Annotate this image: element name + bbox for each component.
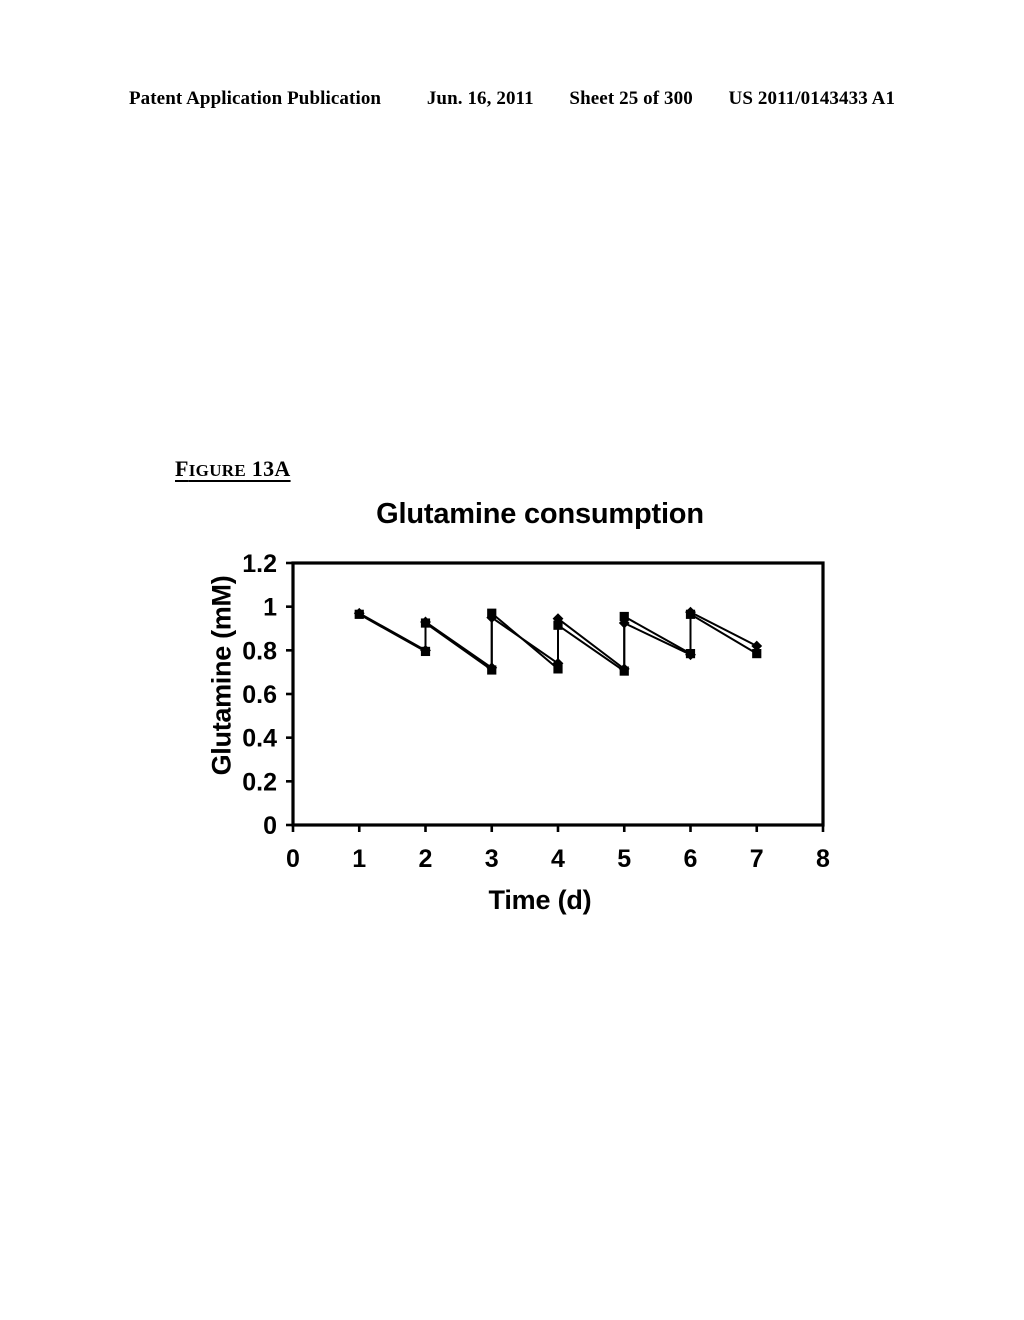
- data-point-square-marker: [685, 649, 696, 659]
- y-tick-label: 0.4: [242, 725, 277, 753]
- x-tick-label: 0: [286, 845, 300, 873]
- figure-label-first-letter: F: [175, 456, 189, 481]
- data-series-group: [353, 606, 763, 676]
- y-tick-label: 1.2: [242, 550, 277, 578]
- data-point-square-marker: [685, 609, 696, 619]
- y-tick-label-group: 0 0.2 0.4 0.6 0.8 1 1.2: [242, 550, 277, 840]
- data-point-square-marker: [420, 618, 431, 628]
- x-tick-label-group: 0 1 2 3 4 5 6 7 8: [286, 845, 830, 873]
- x-tick-label: 4: [551, 845, 565, 873]
- data-point-square-marker: [619, 666, 629, 676]
- data-point-square-marker: [487, 608, 497, 618]
- data-point-square-marker: [420, 646, 431, 657]
- header-sheet-text: Sheet 25 of 300: [569, 88, 693, 109]
- y-tick-label: 0.6: [242, 681, 277, 709]
- header-patent-number-text: US 2011/0143433 A1: [728, 88, 896, 109]
- data-point-square-marker: [487, 665, 497, 675]
- data-point-square-marker: [553, 664, 563, 674]
- x-tick-label: 7: [750, 845, 764, 873]
- plot-frame: [291, 561, 825, 827]
- x-tick-label: 2: [419, 845, 433, 873]
- data-point-square-marker: [752, 649, 762, 659]
- header-publication-text: Patent Application Publication: [128, 88, 382, 109]
- data-point-square-marker: [354, 609, 364, 619]
- data-point-square-marker: [553, 620, 563, 630]
- y-tick-label: 0: [263, 812, 277, 840]
- plot-area: 0 0.2 0.4 0.6 0.8 1 1.2 0 1 2 3 4 5 6 7 8: [242, 550, 830, 873]
- y-tick-label: 0.2: [242, 768, 277, 796]
- figure-label-word: IGURE: [188, 461, 246, 480]
- y-tick-label: 0.8: [242, 637, 277, 665]
- tick-mark-group: [286, 561, 825, 832]
- chart-container: Glutamine consumption Glutamine (mM) Tim…: [170, 490, 870, 940]
- x-tick-label: 1: [352, 845, 366, 873]
- figure-label: FIGURE 13A: [175, 456, 291, 482]
- x-tick-label: 3: [485, 845, 499, 873]
- x-tick-label: 5: [617, 845, 631, 873]
- data-point-square-marker: [619, 611, 629, 622]
- page-header: Patent Application Publication Jun. 16, …: [0, 88, 1024, 110]
- x-tick-label: 8: [816, 845, 830, 873]
- x-tick-label: 6: [684, 845, 698, 873]
- y-tick-label: 1: [263, 594, 277, 622]
- header-date-text: Jun. 16, 2011: [426, 88, 534, 109]
- figure-label-number: 13A: [245, 456, 291, 481]
